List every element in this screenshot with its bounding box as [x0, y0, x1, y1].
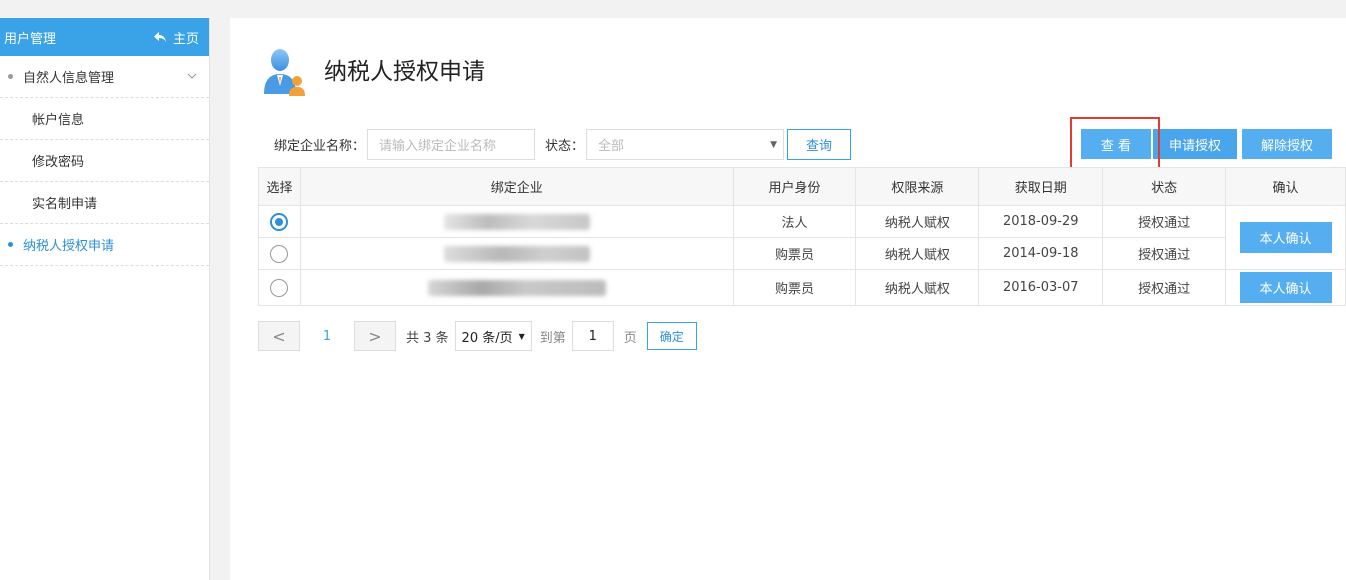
goto-label: 到第 — [539, 330, 566, 346]
company-name-input[interactable]: 请输入绑定企业名称 — [367, 129, 536, 160]
column-header: 状态 — [1102, 167, 1226, 206]
goto-page-input[interactable]: 1 — [571, 321, 614, 351]
company-name-redacted — [443, 245, 590, 262]
date-cell: 2016-03-07 — [978, 269, 1104, 306]
identity-cell: 法人 — [732, 205, 857, 238]
bullet-icon — [8, 242, 13, 247]
sidebar-item-label: 自然人信息管理 — [23, 71, 115, 86]
view-button[interactable]: 查 看 — [1081, 129, 1151, 159]
source-cell: 纳税人赋权 — [855, 205, 980, 238]
page-size-select[interactable]: 20 条/页 ▼ — [454, 321, 532, 351]
row-radio[interactable] — [270, 278, 289, 297]
dropdown-caret-icon: ▼ — [770, 139, 778, 150]
page-title: 纳税人授权申请 — [324, 59, 485, 85]
sidebar-item-label: 实名制申请 — [32, 197, 98, 212]
table-header-row: 选择 绑定企业 用户身份 权限来源 获取日期 状态 确认 — [258, 167, 1346, 206]
page-header: 纳税人授权申请 — [260, 46, 485, 98]
sidebar-item-real-name[interactable]: 实名制申请 — [0, 182, 209, 224]
page-number[interactable]: 1 — [300, 329, 354, 344]
identity-cell: 购票员 — [732, 237, 857, 270]
column-header: 用户身份 — [732, 167, 857, 206]
total-count: 共 3 条 — [406, 330, 449, 346]
status-select[interactable]: 全部 ▼ — [586, 129, 785, 160]
status-cell: 授权通过 — [1102, 237, 1226, 270]
self-confirm-button[interactable]: 本人确认 — [1239, 272, 1332, 303]
sidebar-item-taxpayer-auth[interactable]: 纳税人授权申请 — [0, 224, 209, 266]
table-row[interactable]: 法人 纳税人赋权 2018-09-29 授权通过 本人确认 — [258, 205, 1346, 270]
filter-bar: 绑定企业名称： 请输入绑定企业名称 状态： 全部 ▼ 查询 — [274, 129, 852, 160]
dropdown-caret-icon: ▼ — [518, 331, 525, 341]
page-unit-label: 页 — [623, 330, 637, 346]
pagination: < 1 > 共 3 条 20 条/页 ▼ 到第 1 页 确定 — [258, 321, 697, 351]
home-link[interactable]: 主页 — [153, 28, 199, 47]
status-select-value: 全部 — [598, 139, 625, 154]
home-label: 主页 — [172, 31, 199, 47]
goto-confirm-button[interactable]: 确定 — [646, 322, 697, 350]
sidebar-item-account-info[interactable]: 帐户信息 — [0, 98, 209, 140]
self-confirm-button[interactable]: 本人确认 — [1239, 222, 1332, 253]
sidebar-item-personal-info[interactable]: 自然人信息管理 — [0, 56, 209, 98]
bullet-icon — [8, 74, 13, 79]
row-radio-selected[interactable] — [270, 212, 289, 231]
sidebar-item-label: 修改密码 — [32, 155, 85, 170]
taxpayer-people-icon — [264, 49, 305, 96]
status-cell: 授权通过 — [1102, 269, 1226, 306]
confirm-cell: 本人确认 — [1225, 269, 1346, 306]
chevron-down-icon[interactable] — [187, 71, 197, 81]
remove-authorization-button[interactable]: 解除授权 — [1242, 129, 1332, 159]
apply-authorization-button[interactable]: 申请授权 — [1153, 129, 1237, 159]
page-size-value: 20 条/页 — [461, 330, 513, 346]
query-button[interactable]: 查询 — [787, 129, 852, 160]
main-panel: 纳税人授权申请 绑定企业名称： 请输入绑定企业名称 状态： 全部 ▼ 查询 查 … — [230, 18, 1346, 580]
company-name-redacted — [443, 213, 590, 230]
authorization-table: 选择 绑定企业 用户身份 权限来源 获取日期 状态 确认 法人 纳税人赋权 20… — [258, 167, 1346, 306]
column-header: 获取日期 — [978, 167, 1104, 206]
sidebar-item-change-password[interactable]: 修改密码 — [0, 140, 209, 182]
sidebar-item-label: 纳税人授权申请 — [23, 239, 115, 254]
column-header: 确认 — [1225, 167, 1346, 206]
identity-cell: 购票员 — [732, 269, 857, 306]
source-cell: 纳税人赋权 — [855, 237, 980, 270]
status-label: 状态： — [545, 139, 585, 154]
row-radio[interactable] — [270, 244, 289, 263]
action-bar: 查 看 申请授权 解除授权 — [1081, 129, 1332, 159]
column-header: 绑定企业 — [299, 167, 734, 206]
next-page-button[interactable]: > — [354, 321, 396, 351]
date-cell: 2014-09-18 — [978, 237, 1104, 270]
column-header: 权限来源 — [855, 167, 980, 206]
sidebar-item-label: 帐户信息 — [32, 113, 85, 128]
back-arrow-icon — [153, 32, 166, 42]
confirm-cell: 本人确认 — [1225, 205, 1346, 270]
sidebar-title: 用户管理 — [4, 31, 57, 47]
company-name-redacted — [427, 279, 606, 296]
table-row[interactable]: 购票员 纳税人赋权 2016-03-07 授权通过 本人确认 — [258, 269, 1346, 306]
prev-page-button[interactable]: < — [258, 321, 300, 351]
column-header: 选择 — [258, 167, 301, 206]
company-name-label: 绑定企业名称： — [274, 139, 366, 154]
status-cell: 授权通过 — [1102, 205, 1226, 238]
date-cell: 2018-09-29 — [978, 205, 1104, 238]
table-row[interactable]: 购票员 纳税人赋权 2014-09-18 授权通过 — [258, 237, 1346, 270]
source-cell: 纳税人赋权 — [855, 269, 980, 306]
sidebar-header: 用户管理 主页 — [0, 18, 209, 56]
sidebar: 用户管理 主页 自然人信息管理 帐户信息 修改密码 实名制申请 纳税人授权申请 — [0, 18, 210, 580]
